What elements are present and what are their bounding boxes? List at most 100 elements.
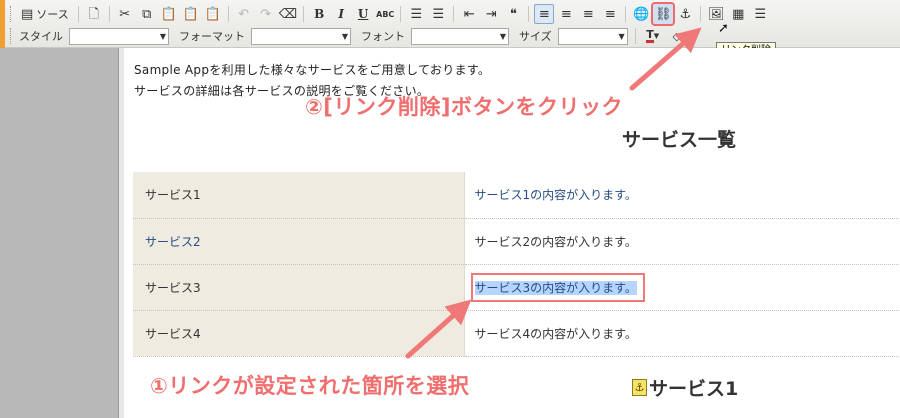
service-desc-cell[interactable]: サービス3の内容が入ります。	[464, 264, 900, 311]
new-page-button[interactable]: 🗋	[84, 4, 104, 24]
toolbar-grip[interactable]	[10, 6, 13, 22]
spellcheck-icon: ❝	[509, 6, 517, 22]
bulleted-list-icon: ☰	[432, 6, 445, 22]
link-button[interactable]: 🌐	[631, 4, 651, 24]
indent-button[interactable]: ⇥	[481, 4, 501, 24]
anchor-icon: ⚓	[679, 6, 692, 22]
redo-icon: ↷	[260, 6, 272, 22]
service-name-cell[interactable]: サービス2	[133, 218, 465, 265]
services-heading: サービス一覧	[622, 129, 737, 151]
format-select[interactable]: ▼	[251, 27, 351, 45]
undo-icon: ↶	[238, 6, 250, 22]
align-right-button[interactable]: ≡	[578, 4, 598, 24]
underline-label: U	[357, 7, 369, 21]
anchor-marker-icon[interactable]: ⚓	[632, 379, 647, 396]
copy-icon: ⧉	[142, 6, 152, 22]
table-row: サービス2 サービス2の内容が入ります。	[133, 218, 900, 265]
scissors-icon: ✂	[119, 6, 131, 22]
bulleted-list-button[interactable]: ☰	[428, 4, 448, 24]
toolbar-separator	[303, 6, 305, 22]
toolbar-grip[interactable]	[10, 28, 13, 44]
strikethrough-button[interactable]: ABC	[375, 4, 395, 24]
chevron-down-icon: ▼	[499, 31, 506, 41]
service-name-link[interactable]: サービス2	[145, 235, 201, 249]
align-left-button[interactable]: ≡	[534, 4, 555, 24]
outdent-icon: ⇤	[463, 6, 475, 22]
services-table: サービス1 サービス1の内容が入ります。 サービス2 サービス2の内容が入ります。 サー…	[133, 172, 900, 357]
image-icon: 🖼	[708, 6, 725, 22]
selection-highlight-box: サービス3の内容が入ります。	[470, 272, 645, 302]
align-right-icon: ≡	[582, 6, 594, 22]
paste-text-icon: 📋	[182, 6, 199, 22]
anchor-button[interactable]: ⚓	[675, 4, 695, 24]
service-name-cell[interactable]: サービス3	[133, 264, 465, 311]
remove-format-button[interactable]: ⌫	[278, 4, 298, 24]
source-button[interactable]: ▤ ソース	[17, 4, 73, 24]
undo-button[interactable]: ↶	[234, 4, 254, 24]
align-justify-button[interactable]: ≡	[600, 4, 620, 24]
page-icon: 🗋	[88, 6, 99, 22]
service-desc-link[interactable]: サービス1の内容が入ります。	[475, 188, 637, 202]
outdent-button[interactable]: ⇤	[459, 4, 479, 24]
unlink-icon: ⛓	[655, 6, 672, 22]
bold-button[interactable]: B	[309, 4, 329, 24]
service-desc-cell[interactable]: サービス2の内容が入ります。	[464, 218, 900, 265]
service-name-cell[interactable]: サービス1	[133, 172, 465, 219]
left-panel	[0, 48, 118, 418]
eraser-icon: ⌫	[278, 6, 298, 22]
paste-button[interactable]: 📋	[159, 4, 179, 24]
paste-word-icon: 📋	[204, 6, 221, 22]
toolbar-separator	[453, 6, 455, 22]
selected-link-text[interactable]: サービス3の内容が入ります。	[474, 280, 637, 295]
toolbar-separator	[700, 6, 702, 22]
size-select[interactable]: ▼	[557, 27, 628, 45]
clipboard-icon: 📋	[160, 6, 177, 22]
service-desc-text: サービス2の内容が入ります。	[474, 234, 637, 249]
bg-color-icon: ◇	[672, 29, 681, 43]
table-row: サービス1 サービス1の内容が入ります。	[133, 172, 900, 219]
blockquote-button[interactable]: ❝	[503, 4, 523, 24]
redo-button[interactable]: ↷	[256, 4, 276, 24]
unlink-button[interactable]: ⛓	[651, 2, 676, 26]
service-desc-cell[interactable]: サービス1の内容が入ります。	[464, 172, 900, 219]
service-name-cell[interactable]: サービス4	[133, 310, 465, 357]
service-desc-text: サービス4の内容が入ります。	[474, 326, 637, 341]
chevron-down-icon: ▼	[618, 31, 625, 41]
bg-color-button[interactable]: ◇	[667, 26, 687, 46]
service-desc-cell[interactable]: サービス4の内容が入ります。	[464, 310, 900, 357]
source-label: ソース	[36, 8, 69, 21]
toolbar-separator	[227, 6, 229, 22]
table-button[interactable]: ▦	[728, 4, 748, 24]
font-select[interactable]: ▼	[411, 27, 509, 45]
toolbar-separator	[77, 6, 79, 22]
toolbar-separator	[625, 6, 627, 22]
text-color-button[interactable]: T ▼	[643, 26, 663, 46]
horizontal-rule-button[interactable]: ☰	[750, 4, 770, 24]
numbered-list-button[interactable]: ☰	[406, 4, 426, 24]
toolbar-row-1: ▤ ソース 🗋 ✂ ⧉ 📋 📋 📋 ↶ ↷ ⌫ B I U ABC ☰ ☰ ⇤ ⇥ ❝ ≡ ≡ ≡ ≡ 🌐 ⛓ ⚓ 🖼 ▦ ☰	[8, 2, 770, 26]
underline-button[interactable]: U	[353, 4, 373, 24]
cut-button[interactable]: ✂	[115, 4, 135, 24]
chevron-down-icon: ▼	[653, 32, 660, 40]
step1-callout: ①リンクが設定された箇所を選択	[150, 374, 470, 398]
chevron-down-icon: ▼	[159, 31, 166, 41]
copy-button[interactable]: ⧉	[137, 4, 157, 24]
toolbar-row-2: スタイル ▼ フォーマット ▼ フォント ▼ サイズ ▼ T ▼ ◇	[8, 26, 687, 46]
link-globe-icon: 🌐	[633, 6, 650, 22]
table-row: サービス4 サービス4の内容が入ります。	[133, 310, 900, 357]
style-select[interactable]: ▼	[69, 27, 169, 45]
toolbar-accent-bar	[0, 0, 5, 48]
italic-button[interactable]: I	[331, 4, 351, 24]
align-center-button[interactable]: ≡	[556, 4, 576, 24]
source-icon: ▤	[21, 6, 34, 22]
service-name-text: サービス4	[145, 326, 201, 341]
service-name-text: サービス1	[145, 188, 201, 203]
numbered-list-icon: ☰	[410, 6, 423, 22]
align-center-icon: ≡	[560, 6, 572, 22]
text-color-icon: T	[646, 28, 654, 43]
service1-subheading: ⚓ サービス1	[632, 374, 738, 401]
paste-word-button[interactable]: 📋	[203, 4, 223, 24]
chevron-down-icon: ▼	[341, 31, 348, 41]
paste-text-button[interactable]: 📋	[181, 4, 201, 24]
mouse-pointer-icon: ➚	[718, 21, 729, 36]
